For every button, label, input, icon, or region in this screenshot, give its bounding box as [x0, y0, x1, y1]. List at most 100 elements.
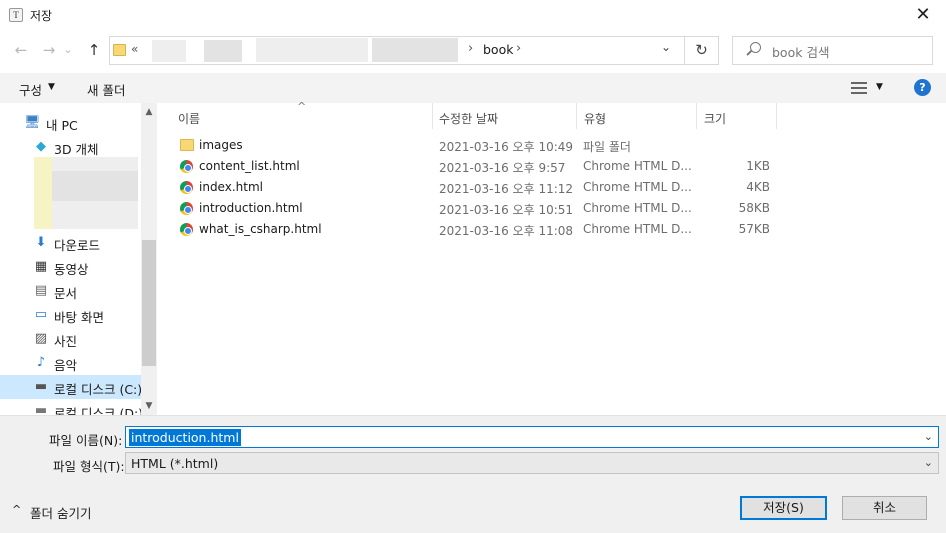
- window-title: 저장: [30, 9, 53, 23]
- nav-item-local-disk-c[interactable]: ▬ 로컬 디스크 (C:): [0, 375, 141, 399]
- nav-item-label: 음악: [54, 358, 78, 373]
- cancel-button[interactable]: 취소: [842, 496, 927, 520]
- table-row[interactable]: what_is_csharp.html 2021-03-16 오후 11:08 …: [176, 219, 776, 240]
- column-divider[interactable]: [576, 103, 577, 129]
- chrome-icon: [180, 223, 193, 236]
- save-button[interactable]: 저장(S): [740, 496, 827, 520]
- table-row[interactable]: images 2021-03-16 오후 10:49 파일 폴더: [176, 135, 776, 156]
- nav-item-this-pc[interactable]: 🖥 내 PC: [0, 111, 141, 135]
- file-name: what_is_csharp.html: [199, 222, 322, 236]
- filetype-select[interactable]: HTML (*.html) ⌄: [125, 452, 939, 474]
- nav-item-label: 사진: [54, 334, 78, 349]
- nav-item-downloads[interactable]: ⬇ 다운로드: [0, 231, 141, 255]
- file-date: 2021-03-16 오후 11:08: [439, 224, 574, 238]
- nav-item-label: 바탕 화면: [54, 310, 104, 325]
- view-options-icon[interactable]: [851, 82, 867, 94]
- scrollbar-thumb[interactable]: [142, 240, 156, 366]
- chrome-icon: [180, 202, 193, 215]
- filename-dropdown-icon[interactable]: ⌄: [924, 430, 933, 443]
- 3d-objects-icon: ◆: [36, 139, 46, 154]
- new-folder-button[interactable]: 새 폴더: [87, 80, 125, 99]
- nav-blurred-item: [52, 171, 138, 201]
- nav-item-documents[interactable]: ▤ 문서: [0, 279, 141, 303]
- back-button[interactable]: ←: [10, 38, 32, 62]
- organize-dropdown-icon[interactable]: ▼: [48, 82, 55, 92]
- drive-icon: ▬: [34, 379, 48, 394]
- breadcrumb-separator-icon[interactable]: ›: [468, 41, 473, 56]
- nav-item-label: 다운로드: [54, 238, 101, 253]
- folder-icon: [180, 139, 194, 151]
- filetype-value: HTML (*.html): [131, 456, 219, 471]
- file-date: 2021-03-16 오후 10:51: [439, 203, 574, 217]
- nav-item-label: 로컬 디스크 (C:): [54, 382, 141, 397]
- nav-item-desktop[interactable]: ▭ 바탕 화면: [0, 303, 141, 327]
- nav-blurred-item: [52, 201, 138, 229]
- address-blurred-segment: [204, 40, 242, 62]
- column-divider[interactable]: [432, 103, 433, 129]
- table-row[interactable]: index.html 2021-03-16 오후 11:12 Chrome HT…: [176, 177, 776, 198]
- scroll-down-icon[interactable]: ▼: [141, 401, 157, 411]
- refresh-button[interactable]: ↻: [685, 36, 719, 65]
- file-type: Chrome HTML D...: [583, 180, 692, 194]
- folder-icon: [113, 44, 126, 56]
- recent-locations-button[interactable]: ⌄: [60, 38, 76, 62]
- column-header-date[interactable]: 수정한 날짜: [439, 110, 498, 127]
- nav-item-music[interactable]: ♪ 음악: [0, 351, 141, 375]
- address-blurred-segment: [256, 38, 368, 62]
- nav-item-3d-objects[interactable]: ◆ 3D 개체: [0, 135, 141, 159]
- file-type: Chrome HTML D...: [583, 222, 692, 236]
- up-button[interactable]: ↑: [83, 38, 105, 62]
- nav-item-label: 내 PC: [46, 118, 78, 133]
- download-icon: ⬇: [35, 235, 47, 250]
- address-overflow-icon[interactable]: «: [131, 42, 138, 56]
- music-icon: ♪: [36, 355, 46, 370]
- close-button[interactable]: ✕: [900, 0, 946, 31]
- nav-item-label: 동영상: [54, 262, 89, 277]
- column-header-size[interactable]: 크기: [704, 110, 726, 127]
- desktop-icon: ▭: [34, 307, 48, 322]
- organize-button[interactable]: 구성: [19, 80, 42, 99]
- search-input[interactable]: [732, 36, 933, 65]
- video-icon: ▦: [34, 259, 48, 274]
- file-name: images: [199, 138, 243, 152]
- drive-icon: ▬: [34, 403, 48, 416]
- column-header-type[interactable]: 유형: [584, 110, 606, 127]
- filetype-dropdown-icon[interactable]: ⌄: [924, 456, 933, 469]
- scroll-up-icon[interactable]: ▲: [141, 107, 157, 117]
- title-bar: [0, 0, 946, 31]
- file-type: Chrome HTML D...: [583, 201, 692, 215]
- nav-item-label: 3D 개체: [54, 142, 99, 157]
- filetype-label: 파일 형식(T):: [53, 459, 125, 474]
- file-name: introduction.html: [199, 201, 303, 215]
- address-blurred-segment: [372, 38, 458, 62]
- table-row[interactable]: content_list.html 2021-03-16 오후 9:57 Chr…: [176, 156, 776, 177]
- breadcrumb-separator-icon[interactable]: ›: [516, 41, 521, 56]
- nav-item-videos[interactable]: ▦ 동영상: [0, 255, 141, 279]
- column-divider[interactable]: [776, 103, 777, 129]
- chevron-up-icon[interactable]: ^: [12, 503, 21, 516]
- nav-item-pictures[interactable]: ▨ 사진: [0, 327, 141, 351]
- address-blurred-segment: [152, 40, 186, 62]
- nav-item-local-disk-d[interactable]: ▬ 로컬 디스크 (D:): [0, 399, 141, 416]
- file-size: 1KB: [746, 159, 770, 173]
- file-type: Chrome HTML D...: [583, 159, 692, 173]
- forward-button[interactable]: →: [38, 38, 60, 62]
- breadcrumb-book[interactable]: book: [483, 42, 513, 57]
- file-date: 2021-03-16 오후 10:49: [439, 140, 574, 154]
- address-dropdown-icon[interactable]: ⌄: [661, 40, 671, 54]
- help-icon[interactable]: ?: [914, 79, 931, 96]
- hide-folders-button[interactable]: 폴더 숨기기: [30, 503, 91, 522]
- file-type: 파일 폴더: [583, 140, 631, 154]
- column-header-name[interactable]: 이름: [178, 110, 200, 127]
- nav-item-label: 문서: [54, 286, 78, 301]
- file-size: 58KB: [738, 201, 770, 215]
- app-icon: T: [9, 8, 23, 22]
- filename-value: introduction.html: [129, 429, 241, 446]
- command-toolbar: [0, 73, 946, 103]
- view-dropdown-icon[interactable]: ▼: [876, 82, 883, 92]
- column-divider[interactable]: [696, 103, 697, 129]
- file-date: 2021-03-16 오후 9:57: [439, 161, 566, 175]
- file-size: 4KB: [746, 180, 770, 194]
- filename-input[interactable]: introduction.html ⌄: [125, 426, 939, 448]
- table-row[interactable]: introduction.html 2021-03-16 오후 10:51 Ch…: [176, 198, 776, 219]
